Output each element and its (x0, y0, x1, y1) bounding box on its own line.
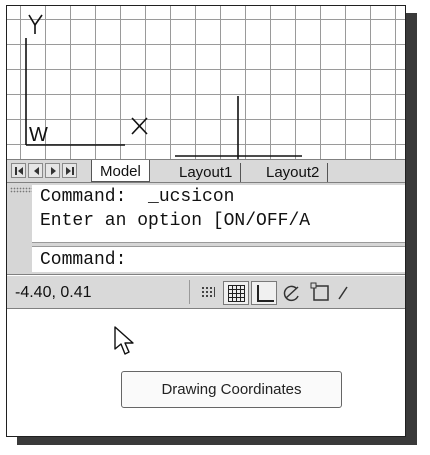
prev-tab-icon[interactable] (28, 163, 43, 178)
osnap-icon[interactable] (307, 281, 333, 305)
last-tab-icon[interactable] (62, 163, 77, 178)
status-bar: -4.40, 0.41 (7, 275, 405, 309)
command-history-line: Enter an option [ON/OFF/A (40, 211, 311, 231)
first-tab-icon[interactable] (11, 163, 26, 178)
command-prompt-input[interactable]: Command: (32, 246, 405, 272)
ucs-world-label: W (29, 124, 48, 146)
ortho-icon[interactable] (251, 281, 277, 305)
coordinate-display[interactable]: -4.40, 0.41 (11, 280, 186, 304)
grid-canvas: W Y (7, 6, 405, 160)
command-window: Command: _ucsicon Enter an option [ON/OFF… (7, 183, 405, 275)
tab-model[interactable]: Model (91, 160, 150, 182)
tab-layout2[interactable]: Layout2 (258, 163, 329, 182)
window-grip-icon[interactable] (10, 187, 32, 193)
command-history: Command: _ucsicon Enter an option [ON/OFF… (32, 185, 405, 243)
tooltip: Drawing Coordinates (121, 371, 342, 408)
layout-tab-bar: Model Layout1 Layout2 (7, 159, 405, 183)
snap-icon[interactable] (195, 281, 221, 305)
status-divider (189, 280, 190, 304)
otrack-icon[interactable] (335, 281, 361, 305)
drawing-area[interactable]: W Y (7, 6, 405, 160)
tab-layout1[interactable]: Layout1 (171, 163, 242, 182)
command-history-line: Command: _ucsicon (40, 187, 235, 207)
arrow-cursor-icon (114, 326, 134, 355)
next-tab-icon[interactable] (45, 163, 60, 178)
polar-icon[interactable] (279, 281, 305, 305)
ucs-y-axis-label: Y (47, 27, 48, 29)
crosshair-cursor (175, 96, 302, 160)
grid-icon[interactable] (223, 281, 249, 305)
